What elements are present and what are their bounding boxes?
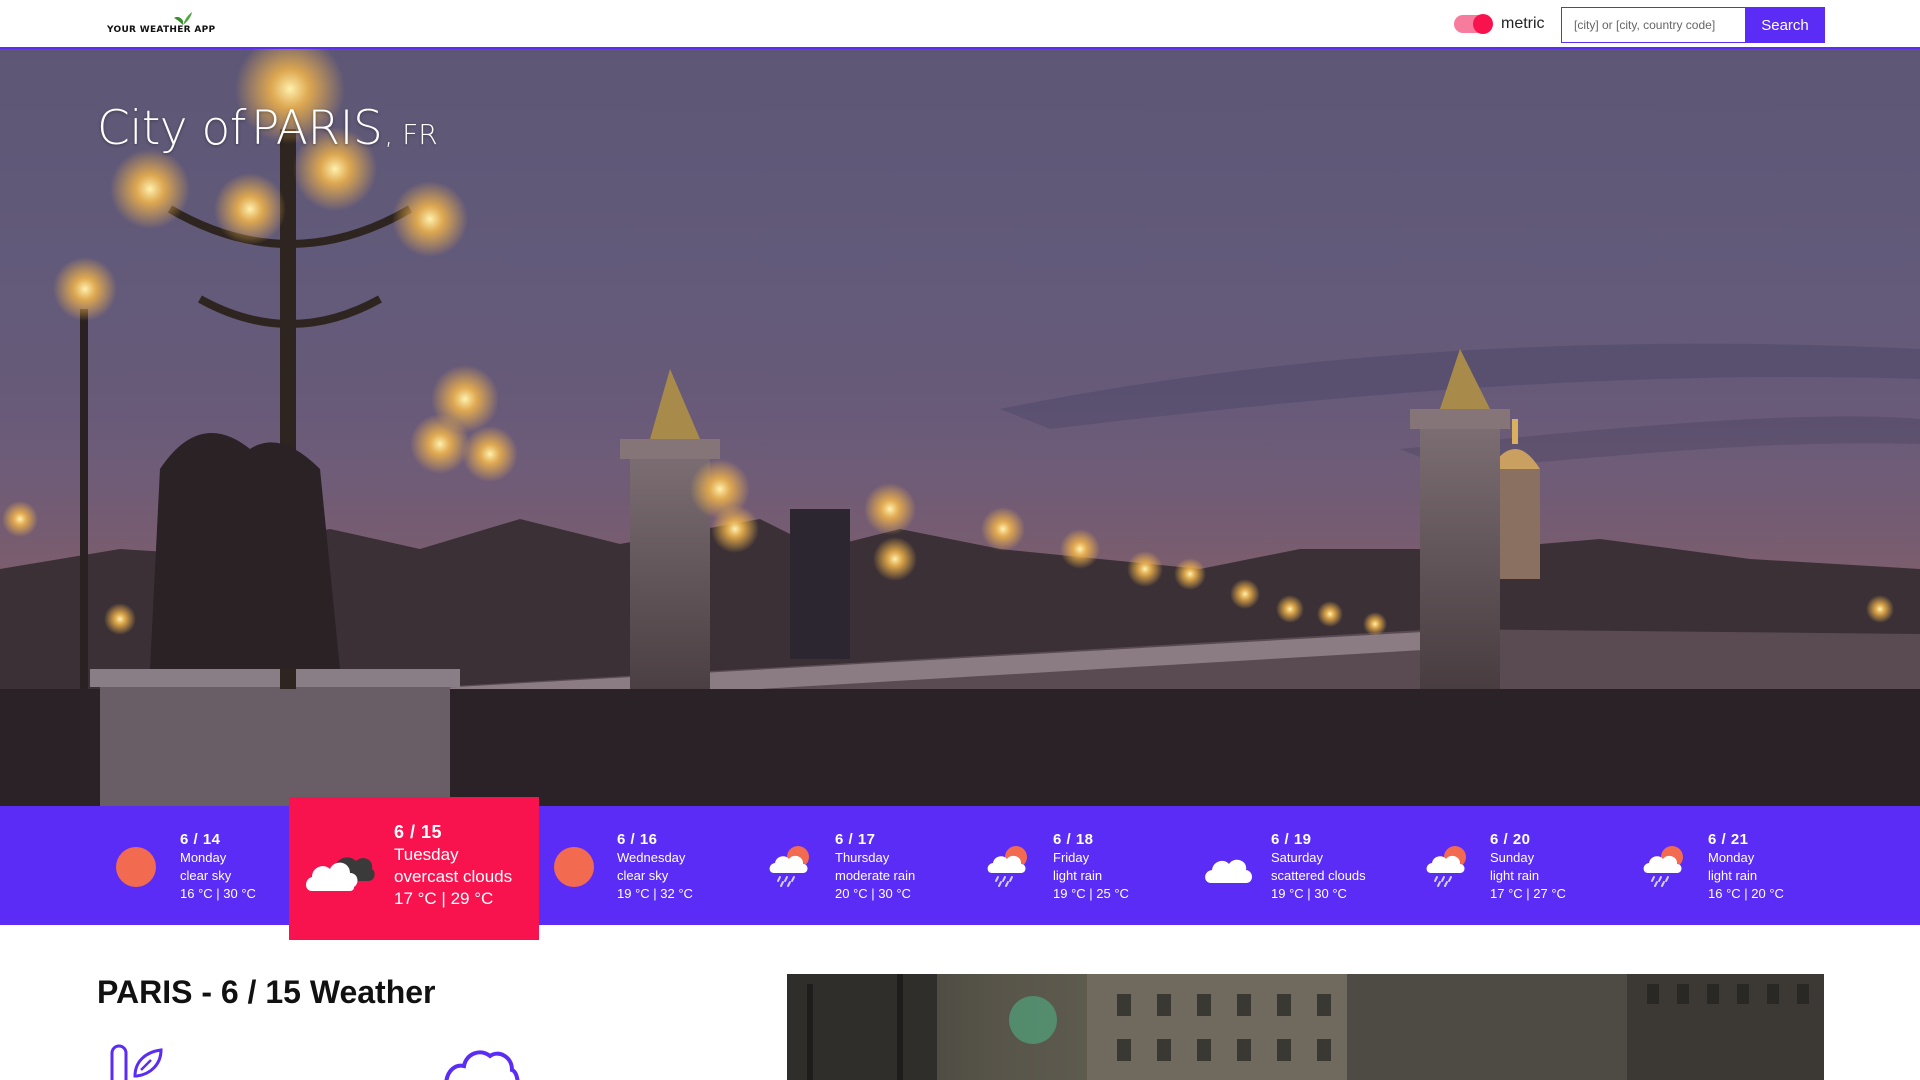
forecast-date: 6 / 20 xyxy=(1490,831,1531,848)
app-logo[interactable]: YOUR WEATHER APP xyxy=(107,11,215,35)
thermometer-leaf-icon xyxy=(110,1044,163,1080)
street-photo-art xyxy=(787,974,1824,1080)
forecast-day[interactable]: 6 / 16 Wednesday clear sky 19 °C | 32 °C xyxy=(545,806,725,925)
forecast-temperatures: 17 °C | 29 °C xyxy=(394,889,494,908)
forecast-day[interactable]: 6 / 14 Monday clear sky 16 °C | 30 °C xyxy=(104,806,284,925)
forecast-temperatures: 16 °C | 20 °C xyxy=(1708,886,1784,901)
city-photo xyxy=(787,974,1824,1080)
overcast-clouds-icon xyxy=(306,857,375,891)
forecast-temperatures: 17 °C | 27 °C xyxy=(1490,886,1566,901)
forecast-day[interactable]: 6 / 17 Thursday moderate rain 20 °C | 30… xyxy=(765,806,945,925)
forecast-description: overcast clouds xyxy=(394,867,513,886)
sun-rain-icon xyxy=(1643,846,1683,887)
forecast-weekday: Friday xyxy=(1053,850,1090,865)
forecast-date: 6 / 16 xyxy=(617,831,658,848)
forecast-description: clear sky xyxy=(180,868,232,883)
forecast-date: 6 / 15 xyxy=(394,822,443,842)
forecast-weekday: Monday xyxy=(1708,850,1755,865)
sun-icon xyxy=(116,847,156,887)
forecast-weekday: Sunday xyxy=(1490,850,1535,865)
forecast-temperatures: 16 °C | 30 °C xyxy=(180,886,256,901)
paris-bridge-photo xyxy=(0,49,1920,806)
toggle-knob xyxy=(1473,14,1493,34)
top-bar: YOUR WEATHER APP metric Search xyxy=(0,0,1920,49)
forecast-description: scattered clouds xyxy=(1271,868,1366,883)
hero-banner: City of PARIS, FR xyxy=(0,49,1920,806)
forecast-date: 6 / 21 xyxy=(1708,831,1749,848)
forecast-temperatures: 19 °C | 32 °C xyxy=(617,886,693,901)
forecast-description: clear sky xyxy=(617,868,669,883)
forecast-weekday: Monday xyxy=(180,850,227,865)
forecast-temperatures: 20 °C | 30 °C xyxy=(835,886,911,901)
forecast-weekday: Thursday xyxy=(835,850,890,865)
city-search-input[interactable] xyxy=(1561,7,1746,43)
unit-toggle[interactable] xyxy=(1454,14,1493,34)
cloud-icon xyxy=(1205,859,1252,883)
forecast-weekday: Wednesday xyxy=(617,850,686,865)
forecast-strip: 6 / 14 Monday clear sky 16 °C | 30 °C 6 … xyxy=(0,797,1920,940)
country-code: , FR xyxy=(384,118,438,151)
city-prefix: City of xyxy=(97,101,246,156)
forecast-weekday: Saturday xyxy=(1271,850,1324,865)
forecast-temperatures: 19 °C | 30 °C xyxy=(1271,886,1347,901)
forecast-temperatures: 19 °C | 25 °C xyxy=(1053,886,1129,901)
forecast-day-selected[interactable]: 6 / 15 Tuesday overcast clouds 17 °C | 2… xyxy=(289,797,539,940)
cloud-outline-icon xyxy=(444,1050,520,1080)
weather-details-title: PARIS - 6 / 15 Weather xyxy=(97,974,436,1010)
forecast-description: light rain xyxy=(1053,868,1103,883)
logo-text: YOUR WEATHER APP xyxy=(107,25,216,35)
forecast-date: 6 / 19 xyxy=(1271,831,1312,848)
forecast-date: 6 / 18 xyxy=(1053,831,1094,848)
forecast-weekday: Tuesday xyxy=(394,845,459,864)
forecast-description: light rain xyxy=(1490,868,1540,883)
sun-rain-icon xyxy=(1426,846,1466,887)
forecast-date: 6 / 14 xyxy=(180,831,221,848)
sun-rain-icon xyxy=(987,846,1027,887)
forecast-day[interactable]: 6 / 19 Saturday scattered clouds 19 °C |… xyxy=(1201,806,1381,925)
search-button[interactable]: Search xyxy=(1745,7,1825,43)
city-title: City of PARIS, FR xyxy=(97,101,438,156)
city-name: PARIS xyxy=(250,101,383,156)
leaf-icon xyxy=(174,12,192,25)
forecast-date: 6 / 17 xyxy=(835,831,876,848)
forecast-description: light rain xyxy=(1708,868,1758,883)
sun-rain-icon xyxy=(769,846,809,887)
forecast-description: moderate rain xyxy=(835,868,916,883)
forecast-day[interactable]: 6 / 18 Friday light rain 19 °C | 25 °C xyxy=(983,806,1163,925)
forecast-day[interactable]: 6 / 20 Sunday light rain 17 °C | 27 °C xyxy=(1419,806,1599,925)
forecast-day[interactable]: 6 / 21 Monday light rain 16 °C | 20 °C xyxy=(1638,806,1818,925)
unit-label: metric xyxy=(1501,15,1545,32)
sun-icon xyxy=(554,847,594,887)
